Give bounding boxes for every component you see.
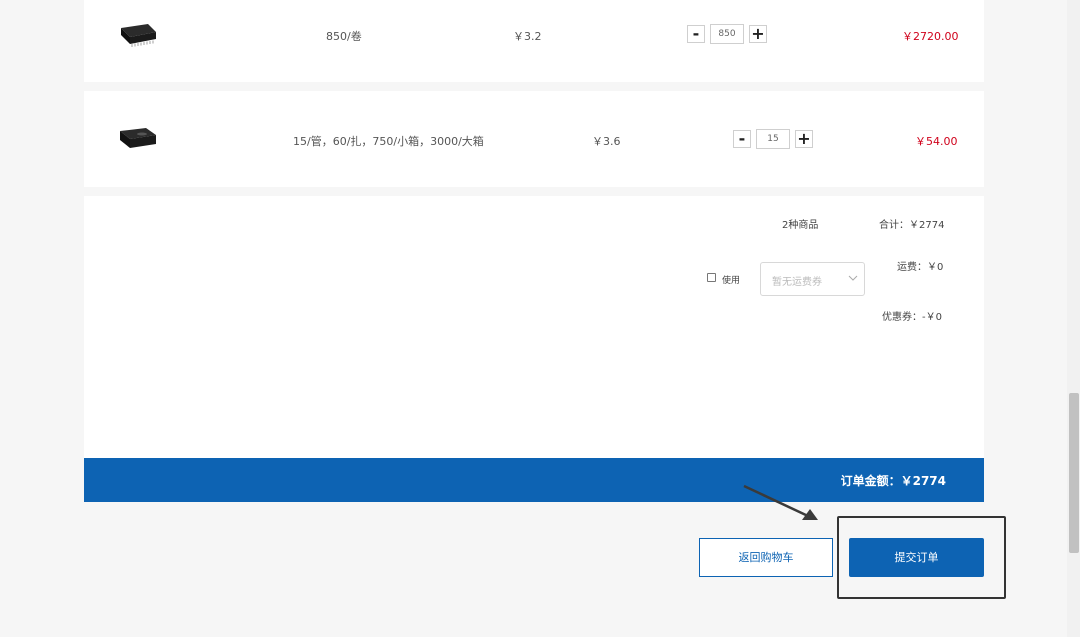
quantity-decrease-button[interactable]: -: [733, 130, 751, 148]
total-amount: 合计：￥2774: [879, 220, 945, 231]
unit-price: ￥3.2: [513, 30, 542, 43]
product-image: [120, 128, 156, 148]
quantity-input[interactable]: [710, 24, 744, 44]
use-coupon-label: 使用: [722, 276, 741, 286]
back-to-cart-button[interactable]: 返回购物车: [699, 538, 833, 577]
quantity-increase-button[interactable]: +: [749, 25, 767, 43]
coupon-discount: 优惠券：-￥0: [882, 312, 942, 323]
packaging-spec: 15/管，60/扎，750/小箱，3000/大箱: [293, 135, 484, 148]
quantity-input[interactable]: [756, 129, 790, 149]
item-subtotal: ￥2720.00: [902, 30, 959, 43]
chevron-down-icon: [848, 275, 858, 281]
scrollbar-thumb[interactable]: [1069, 393, 1079, 553]
cart-item-row: 850/卷 ￥3.2 - + ￥2720.00: [84, 0, 984, 82]
packaging-spec: 850/卷: [326, 30, 362, 43]
shipping-coupon-select[interactable]: 暂无运费券: [760, 262, 865, 296]
order-summary-panel: 2种商品 合计：￥2774 使用 暂无运费券 运费：￥0 优惠券：-￥0: [84, 196, 984, 458]
shipping-fee: 运费：￥0: [897, 262, 944, 273]
cart-item-row: 15/管，60/扎，750/小箱，3000/大箱 ￥3.6 - + ￥54.00: [84, 91, 984, 187]
coupon-placeholder: 暂无运费券: [772, 277, 822, 288]
annotation-highlight-box: [837, 516, 1006, 599]
item-subtotal: ￥54.00: [915, 135, 958, 148]
item-count: 2种商品: [782, 220, 819, 231]
unit-price: ￥3.6: [592, 135, 621, 148]
order-total-bar: 订单金额：￥2774: [84, 458, 984, 502]
quantity-decrease-button[interactable]: -: [687, 25, 705, 43]
quantity-increase-button[interactable]: +: [795, 130, 813, 148]
annotation-arrow: [743, 484, 818, 520]
product-image: [121, 24, 156, 47]
order-total: 订单金额：￥2774: [840, 474, 946, 488]
use-coupon-checkbox[interactable]: [707, 273, 716, 282]
checkout-page: 850/卷 ￥3.2 - + ￥2720.00 15/管，60/扎，750/小箱…: [0, 0, 1080, 637]
